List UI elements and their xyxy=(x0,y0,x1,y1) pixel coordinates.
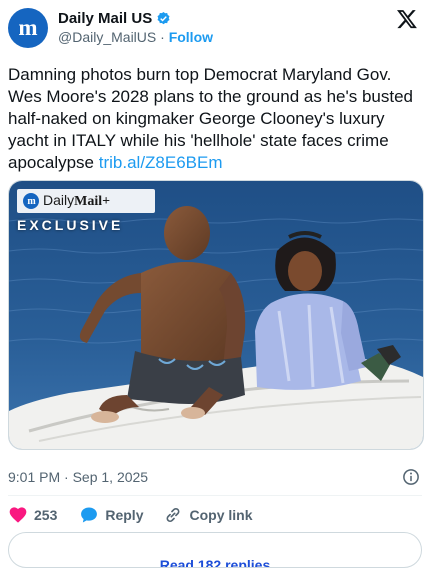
reply-button[interactable]: Reply xyxy=(79,505,143,525)
heart-icon xyxy=(9,507,27,523)
badge-brand-bar: m DailyMail+ xyxy=(17,189,155,213)
timestamp[interactable]: 9:01 PM · Sep 1, 2025 xyxy=(8,469,148,485)
badge-logo-icon: m xyxy=(23,193,39,209)
link-icon xyxy=(167,507,180,523)
separator: · xyxy=(160,29,165,45)
tweet-text: Damning photos burn top Democrat Marylan… xyxy=(8,64,418,174)
account-name[interactable]: Daily Mail US xyxy=(58,10,152,27)
action-bar: 253 Reply Copy link xyxy=(8,505,253,525)
like-button[interactable]: 253 xyxy=(8,505,57,525)
avatar[interactable]: m xyxy=(8,8,48,48)
tweet-header: m Daily Mail US @Daily_MailUS · Follow xyxy=(8,6,422,48)
account-handle[interactable]: @Daily_MailUS xyxy=(58,29,156,45)
badge-label: EXCLUSIVE xyxy=(17,217,124,233)
reply-bubble-icon xyxy=(81,507,98,523)
follow-button[interactable]: Follow xyxy=(169,29,213,45)
read-replies-button[interactable]: Read 182 replies xyxy=(8,532,422,568)
read-replies-label: Read 182 replies xyxy=(159,557,271,568)
verified-icon xyxy=(157,11,170,25)
badge-brand-bold: Mail+ xyxy=(74,194,111,209)
info-icon[interactable] xyxy=(402,468,420,486)
badge-brand-light: Daily xyxy=(43,192,75,208)
x-logo-icon[interactable] xyxy=(396,8,418,30)
exclusive-badge: m DailyMail+ EXCLUSIVE xyxy=(17,189,155,233)
tweet-link[interactable]: trib.al/Z8E6BEm xyxy=(99,153,223,172)
copy-link-button[interactable]: Copy link xyxy=(163,505,253,525)
name-row: Daily Mail US xyxy=(58,10,171,27)
reply-label: Reply xyxy=(105,507,144,523)
tweet-photo[interactable]: m DailyMail+ EXCLUSIVE xyxy=(8,180,424,450)
avatar-logo: m xyxy=(18,15,37,40)
like-count: 253 xyxy=(34,507,58,523)
handle-row: @Daily_MailUS · Follow xyxy=(58,29,213,45)
badge-brand: DailyMail+ xyxy=(43,192,110,210)
copy-link-label: Copy link xyxy=(189,507,253,523)
divider xyxy=(8,495,422,496)
